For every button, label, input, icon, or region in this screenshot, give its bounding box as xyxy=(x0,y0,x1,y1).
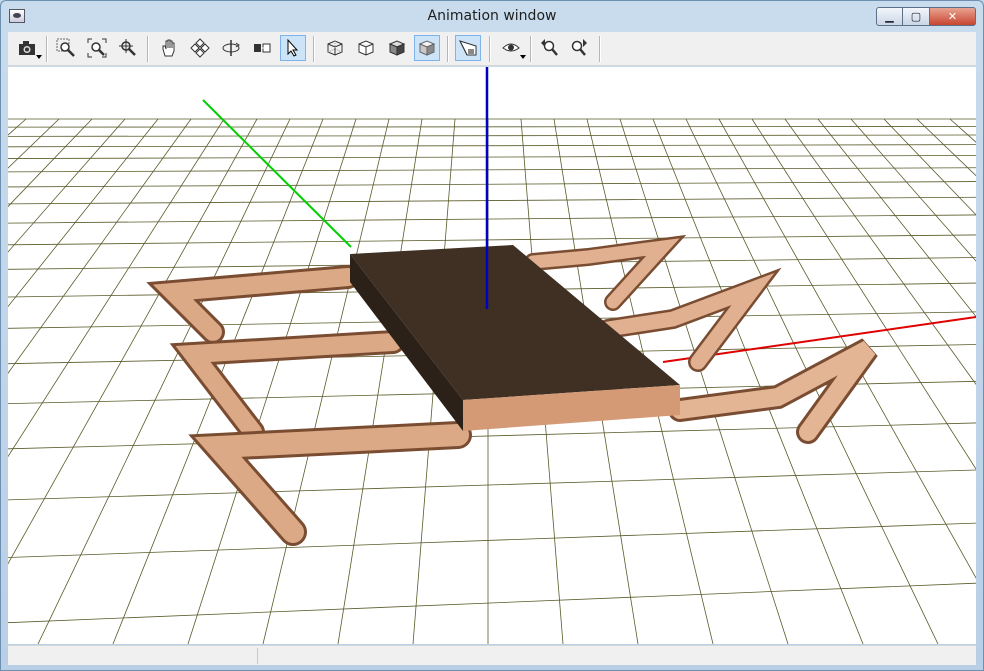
grid-line xyxy=(8,155,976,159)
wireframe-cube-icon xyxy=(327,40,343,56)
flat-cube-icon xyxy=(388,40,406,56)
previous-view-button[interactable] xyxy=(536,35,562,61)
3d-scene xyxy=(8,67,976,644)
3d-viewport[interactable] xyxy=(8,67,976,644)
title-bar[interactable]: Animation window ▁ ▢ ✕ xyxy=(1,1,983,31)
grid-line xyxy=(8,469,976,501)
shaded-cube-icon xyxy=(418,40,436,56)
next-view-button[interactable] xyxy=(566,35,592,61)
grid-line xyxy=(8,118,159,308)
hand-icon xyxy=(162,39,175,57)
zoom-fit-button[interactable] xyxy=(84,35,110,61)
eye-icon xyxy=(502,43,520,52)
status-pane-info xyxy=(258,648,970,664)
grid-line xyxy=(337,118,423,644)
grid-line xyxy=(8,214,976,224)
spider-model xyxy=(146,234,878,546)
grid-line xyxy=(8,118,225,458)
grid-line xyxy=(8,234,976,246)
zoom-fit-icon xyxy=(87,38,107,58)
orbit-button[interactable] xyxy=(218,35,244,61)
grid-line xyxy=(37,118,291,644)
camera-snapshot-button[interactable] xyxy=(14,35,42,61)
grid-line xyxy=(262,118,390,644)
zoom-rect-icon xyxy=(56,38,75,57)
maximize-icon: ▢ xyxy=(910,10,922,23)
maximize-button[interactable]: ▢ xyxy=(903,7,930,26)
pan-button[interactable] xyxy=(156,35,182,61)
window-title: Animation window xyxy=(427,8,557,24)
zoom-center-icon xyxy=(119,39,136,56)
zoom-rect-button[interactable] xyxy=(53,35,79,61)
flat-shaded-view-button[interactable] xyxy=(384,35,410,61)
fit-width-icon xyxy=(254,43,271,53)
grid-line xyxy=(8,582,976,624)
minimize-button[interactable]: ▁ xyxy=(876,7,903,26)
hidden-line-cube-icon xyxy=(358,40,374,56)
toolbar xyxy=(8,32,976,66)
wireframe-view-button[interactable] xyxy=(322,35,348,61)
perspective-button[interactable] xyxy=(455,35,481,61)
zoom-back-icon xyxy=(541,39,558,56)
fit-width-button[interactable] xyxy=(249,35,275,61)
grid-line xyxy=(8,118,192,374)
grid-line xyxy=(8,126,976,128)
close-icon: ✕ xyxy=(947,10,958,23)
status-pane-main xyxy=(8,648,258,664)
smooth-shaded-view-button[interactable] xyxy=(414,35,440,61)
rotate-icon xyxy=(190,38,210,58)
grid-line xyxy=(8,196,976,205)
select-button[interactable] xyxy=(280,35,306,61)
grid-line xyxy=(8,118,126,253)
grid-line xyxy=(8,522,976,558)
grid-line xyxy=(8,118,27,136)
animation-window: Animation window ▁ ▢ ✕ xyxy=(0,0,984,671)
hidden-line-view-button[interactable] xyxy=(353,35,379,61)
y-axis xyxy=(202,99,352,248)
arrow-cursor-icon xyxy=(287,38,299,57)
camera-icon xyxy=(19,41,35,55)
perspective-icon xyxy=(459,40,477,56)
close-button[interactable]: ✕ xyxy=(930,7,976,26)
status-bar xyxy=(8,645,976,665)
minimize-icon: ▁ xyxy=(885,10,894,23)
grid-line xyxy=(8,118,93,208)
rotate-button[interactable] xyxy=(187,35,213,61)
zoom-center-button[interactable] xyxy=(115,35,141,61)
grid-line xyxy=(8,144,976,148)
view-options-button[interactable] xyxy=(498,35,526,61)
zoom-forward-icon xyxy=(571,39,587,56)
grid-line xyxy=(8,118,60,169)
orbit-icon xyxy=(222,40,240,56)
